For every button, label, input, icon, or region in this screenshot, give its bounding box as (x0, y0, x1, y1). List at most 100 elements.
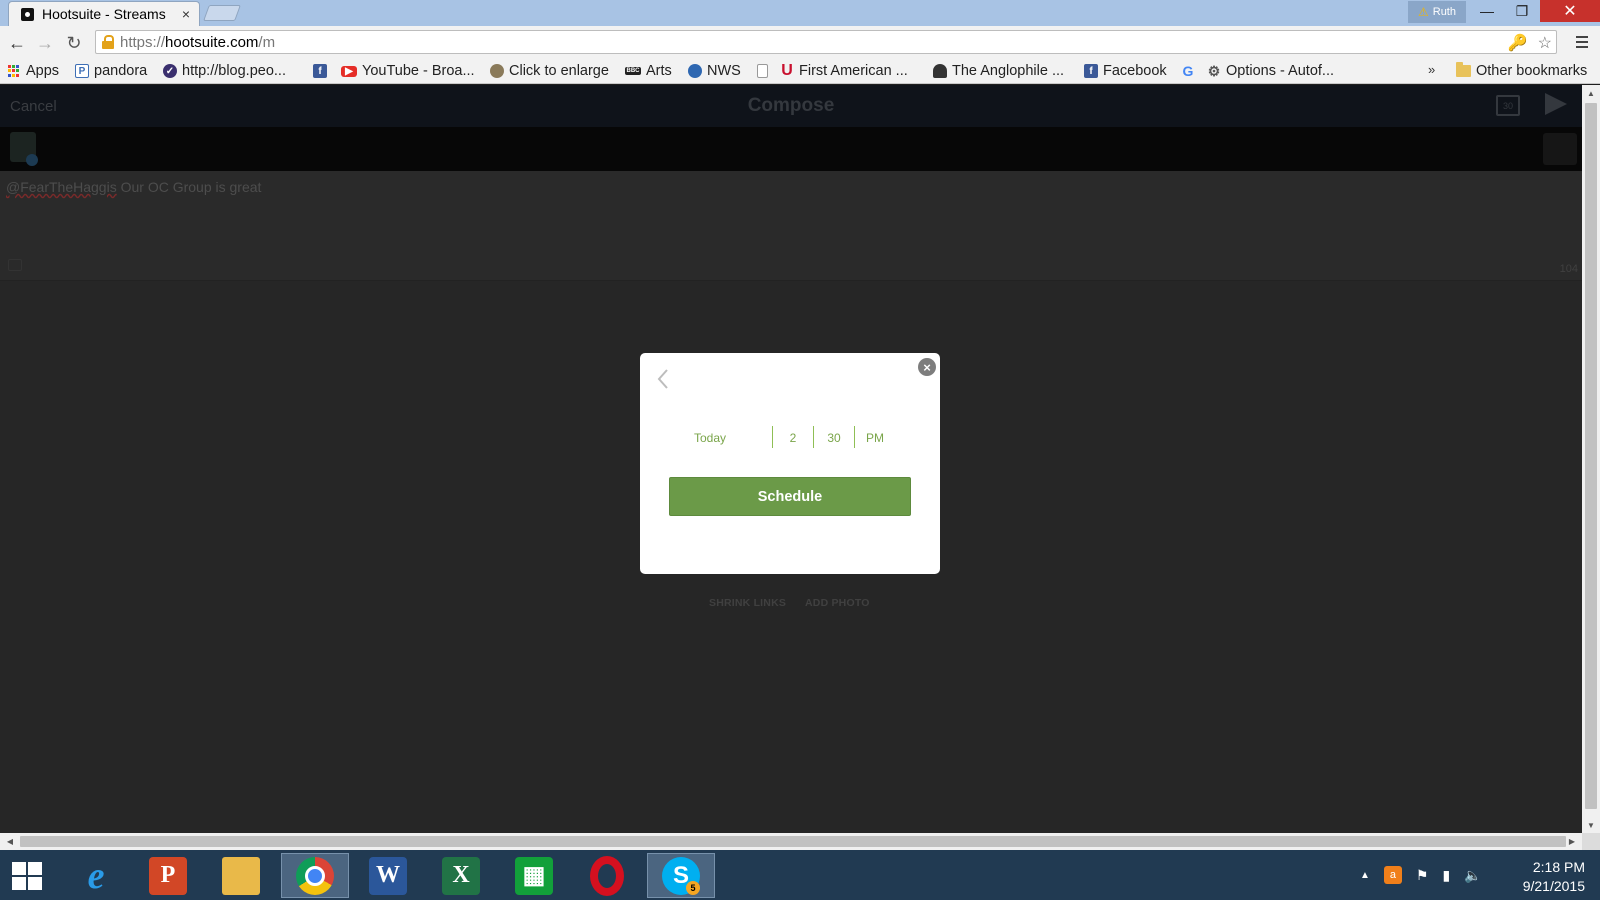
anglophile-icon (933, 64, 947, 78)
bbc-icon: BBC (625, 67, 641, 75)
hour-select[interactable]: 2 (773, 426, 813, 450)
taskbar-clock[interactable]: 2:18 PM 9/21/2015 (1505, 858, 1585, 896)
youtube-icon: ▶ (341, 65, 357, 77)
schedule-modal: × Today 2 30 PM Schedule (640, 353, 940, 574)
address-bar[interactable]: https://hootsuite.com/m 🔑 ☆ (95, 30, 1557, 54)
taskbar-internet-explorer[interactable]: e (62, 853, 130, 898)
taskbar-skype[interactable]: S 5 (647, 853, 715, 898)
bookmark-options[interactable]: ⚙ Options - Autof... (1207, 61, 1334, 81)
send-icon[interactable] (1545, 93, 1567, 115)
schedule-button[interactable]: Schedule (669, 477, 911, 516)
vertical-scrollbar[interactable]: ▲ ▼ (1582, 85, 1600, 833)
profile-name: Ruth (1432, 6, 1456, 18)
forward-button[interactable]: → (34, 32, 56, 54)
clock-time: 2:18 PM (1532, 859, 1585, 875)
calendar-icon[interactable]: 30 (1496, 95, 1520, 116)
bookmark-first-american[interactable]: U First American ... (780, 61, 908, 81)
volume-icon[interactable]: 🔈 (1464, 867, 1481, 884)
close-window-button[interactable]: ✕ (1540, 0, 1600, 22)
bookmark-page[interactable] (757, 61, 768, 81)
network-icon[interactable]: ▮ (1442, 867, 1450, 884)
key-icon[interactable]: 🔑 (1508, 33, 1528, 53)
bookmark-facebook[interactable]: f Facebook (1084, 61, 1167, 81)
bookmark-anglophile[interactable]: The Anglophile ... (933, 61, 1064, 81)
attachment-icon[interactable] (8, 259, 22, 271)
shrink-links-label[interactable]: SHRINK LINKS (709, 597, 786, 609)
hootsuite-favicon-icon (21, 7, 34, 21)
google-icon: G (1182, 63, 1194, 79)
character-count: 104 (1559, 263, 1578, 275)
reload-button[interactable]: ↻ (63, 32, 85, 54)
bookmark-blog[interactable]: ✓ http://blog.peo... (163, 61, 286, 81)
message-mention: @FearTheHaggis (6, 179, 117, 195)
bookmark-star-icon[interactable]: ☆ (1538, 33, 1552, 53)
scroll-left-icon[interactable]: ◀ (2, 833, 18, 850)
minute-select[interactable]: 30 (814, 426, 854, 450)
opera-icon (590, 855, 624, 896)
taskbar-opera[interactable] (573, 853, 641, 898)
bookmark-arts[interactable]: BBC Arts (625, 61, 672, 81)
date-time-picker: Today 2 30 PM (640, 426, 940, 450)
url-host: hootsuite.com (165, 33, 259, 51)
bookmark-pandora[interactable]: P pandora (75, 61, 147, 81)
taskbar-powerpoint[interactable]: P (134, 853, 202, 898)
apps-grid-icon (8, 64, 21, 78)
action-center-flag-icon[interactable]: ⚑ (1416, 867, 1429, 884)
ampm-select[interactable]: PM (855, 426, 895, 450)
show-hidden-icons-icon[interactable]: ▲ (1360, 870, 1370, 881)
page-icon (757, 64, 768, 78)
horizontal-scroll-thumb[interactable] (20, 836, 1566, 847)
profile-dropdown-button[interactable] (1543, 133, 1577, 165)
maximize-button[interactable]: ❐ (1505, 0, 1539, 22)
new-tab-button[interactable] (203, 5, 241, 21)
tab-title: Hootsuite - Streams (42, 6, 166, 22)
bookmarks-bar: Apps P pandora ✓ http://blog.peo... f ▶ … (0, 58, 1600, 84)
facebook-icon: f (313, 64, 327, 78)
taskbar-excel[interactable]: X (427, 853, 495, 898)
minimize-button[interactable]: — (1470, 0, 1504, 22)
url-path: /m (258, 33, 276, 51)
warning-icon: ⚠ (1417, 5, 1429, 19)
avast-icon[interactable]: a (1383, 866, 1402, 884)
bookmark-click-to-enlarge[interactable]: Click to enlarge (490, 61, 609, 81)
bookmark-nws[interactable]: NWS (688, 61, 741, 81)
vertical-scroll-thumb[interactable] (1585, 103, 1597, 809)
taskbar-file-explorer[interactable] (207, 853, 275, 898)
file-explorer-icon (222, 856, 260, 895)
scroll-up-icon[interactable]: ▲ (1582, 85, 1600, 101)
folder-icon (1456, 62, 1471, 77)
pandora-icon: P (75, 64, 89, 78)
excel-icon: X (442, 856, 480, 895)
scroll-down-icon[interactable]: ▼ (1582, 817, 1600, 833)
nws-icon (688, 64, 702, 78)
lock-warning-icon[interactable] (102, 35, 114, 49)
taskbar-word[interactable]: W (354, 853, 422, 898)
horizontal-scrollbar[interactable]: ◀ ▶ (0, 833, 1582, 850)
windows-start-icon[interactable] (12, 862, 44, 892)
tab-close-icon[interactable]: × (179, 6, 193, 22)
browser-title-bar: Hootsuite - Streams × ⚠ Ruth — ❐ ✕ (0, 0, 1600, 26)
twitter-badge-icon (26, 154, 38, 166)
add-photo-label[interactable]: ADD PHOTO (805, 597, 870, 609)
close-icon[interactable]: × (918, 358, 936, 376)
bookmarks-overflow-button[interactable]: » (1428, 62, 1435, 77)
message-text: @FearTheHaggis Our OC Group is great (6, 179, 261, 195)
system-tray: ▲ a ⚑ ▮ 🔈 (1360, 850, 1482, 900)
profile-selector-strip (0, 127, 1582, 171)
bookmark-google[interactable]: G (1181, 61, 1195, 81)
back-button[interactable]: ← (6, 32, 28, 54)
taskbar-store[interactable]: ▦ (500, 853, 568, 898)
taskbar-chrome[interactable] (281, 853, 349, 898)
scroll-right-icon[interactable]: ▶ (1564, 833, 1580, 850)
back-chevron-icon[interactable] (652, 366, 674, 392)
browser-tab-hootsuite[interactable]: Hootsuite - Streams × (8, 1, 200, 26)
bookmark-youtube[interactable]: ▶ YouTube - Broa... (341, 61, 475, 81)
other-bookmarks-folder[interactable]: Other bookmarks (1456, 61, 1587, 81)
message-textarea[interactable]: @FearTheHaggis Our OC Group is great 104 (0, 171, 1582, 281)
bookmark-facebook-icon-only[interactable]: f (313, 61, 327, 81)
message-body: Our OC Group is great (116, 179, 262, 195)
bookmark-apps[interactable]: Apps (8, 61, 59, 81)
chrome-menu-icon[interactable] (1572, 32, 1592, 52)
profile-button[interactable]: ⚠ Ruth (1408, 1, 1466, 23)
date-select[interactable]: Today (670, 426, 750, 450)
